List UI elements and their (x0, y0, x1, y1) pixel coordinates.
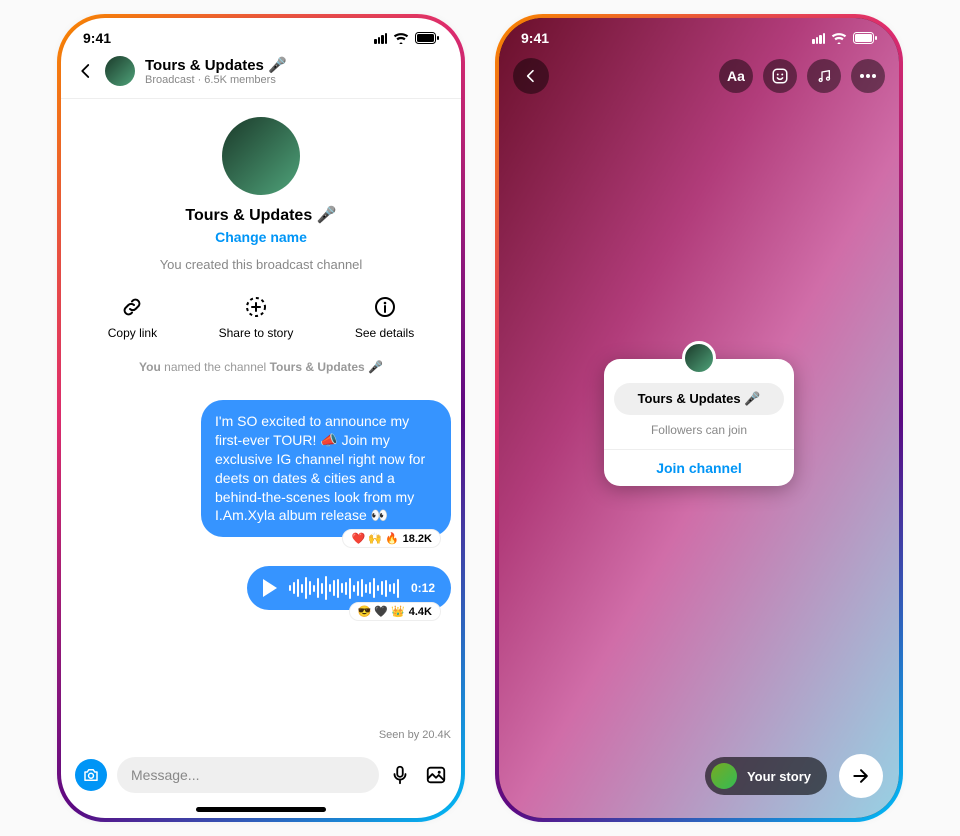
more-tool[interactable] (851, 59, 885, 93)
audio-reactions[interactable]: 😎 🖤 👑 4.4K (349, 602, 441, 621)
story-screen: 9:41 Aa Tours & Updates 🎤 Followe (499, 18, 899, 818)
your-avatar (711, 763, 737, 789)
composer: Message... (61, 749, 461, 803)
info-icon (372, 294, 398, 320)
wifi-icon (831, 32, 847, 44)
channel-screen: 9:41 Tours & Updates 🎤 Broadcast · 6.5K … (61, 18, 461, 818)
channel-avatar-large[interactable] (222, 117, 300, 195)
story-bottom-bar: Your story (499, 738, 899, 818)
story-canvas[interactable]: Tours & Updates 🎤 Followers can join Joi… (499, 106, 899, 738)
share-icon (243, 294, 269, 320)
cellular-icon (812, 33, 825, 44)
device-frame-channel: 9:41 Tours & Updates 🎤 Broadcast · 6.5K … (57, 14, 465, 822)
mic-icon[interactable] (389, 764, 411, 786)
play-icon[interactable] (263, 579, 277, 597)
channel-sticker[interactable]: Tours & Updates 🎤 Followers can join Joi… (604, 359, 794, 486)
your-story-chip[interactable]: Your story (705, 757, 827, 795)
share-to-story-button[interactable]: Share to story (219, 294, 294, 340)
sticker-subtitle: Followers can join (614, 423, 784, 437)
story-back-button[interactable] (513, 58, 549, 94)
status-bar: 9:41 (61, 18, 461, 46)
audio-waveform (289, 576, 399, 600)
hero-title: Tours & Updates 🎤 (185, 205, 336, 225)
see-details-button[interactable]: See details (355, 294, 414, 340)
status-icons (812, 32, 877, 44)
join-channel-button[interactable]: Join channel (614, 460, 784, 476)
channel-avatar-small[interactable] (105, 56, 135, 86)
named-channel-line: You named the channel Tours & Updates 🎤 (139, 360, 383, 374)
sticker-tool[interactable] (763, 59, 797, 93)
device-frame-story: 9:41 Aa Tours & Updates 🎤 Followe (495, 14, 903, 822)
copy-link-button[interactable]: Copy link (108, 294, 157, 340)
text-tool[interactable]: Aa (719, 59, 753, 93)
message-list: I'm SO excited to announce my first-ever… (61, 400, 461, 723)
share-label: Share to story (219, 326, 294, 340)
sticker-icon (771, 67, 789, 85)
camera-icon (82, 766, 100, 784)
seen-by: Seen by 20.4K (61, 723, 461, 749)
story-toolbar: Aa (499, 46, 899, 106)
reaction-emojis: ❤️ 🙌 🔥 (351, 532, 398, 545)
arrow-right-icon (851, 766, 871, 786)
wifi-icon (393, 32, 409, 44)
reaction-count: 4.4K (409, 606, 432, 618)
status-icons (374, 32, 439, 44)
sticker-title: Tours & Updates 🎤 (614, 383, 784, 415)
cellular-icon (374, 33, 387, 44)
link-icon (119, 294, 145, 320)
status-time: 9:41 (83, 30, 111, 46)
channel-subtitle: Broadcast · 6.5K members (145, 74, 287, 86)
text-reactions[interactable]: ❤️ 🙌 🔥 18.2K (342, 529, 441, 548)
music-tool[interactable] (807, 59, 841, 93)
created-text: You created this broadcast channel (160, 257, 363, 272)
battery-icon (853, 32, 877, 44)
channel-title: Tours & Updates 🎤 (145, 56, 287, 74)
chevron-left-icon (523, 68, 539, 84)
more-icon (860, 74, 876, 78)
gallery-icon[interactable] (425, 764, 447, 786)
channel-hero: Tours & Updates 🎤 Change name You create… (61, 99, 461, 400)
change-name-link[interactable]: Change name (215, 229, 307, 245)
reaction-emojis: 😎 🖤 👑 (358, 605, 405, 618)
message-bubble: I'm SO excited to announce my first-ever… (201, 400, 451, 537)
channel-header: Tours & Updates 🎤 Broadcast · 6.5K membe… (61, 46, 461, 99)
battery-icon (415, 32, 439, 44)
text-message[interactable]: I'm SO excited to announce my first-ever… (71, 400, 451, 548)
reaction-count: 18.2K (403, 533, 432, 545)
music-icon (816, 68, 832, 84)
post-story-button[interactable] (839, 754, 883, 798)
details-label: See details (355, 326, 414, 340)
status-time: 9:41 (521, 30, 549, 46)
camera-button[interactable] (75, 759, 107, 791)
message-input[interactable]: Message... (117, 757, 379, 793)
home-indicator (196, 807, 326, 812)
back-icon[interactable] (77, 62, 95, 80)
audio-message[interactable]: 0:12 😎 🖤 👑 4.4K (71, 566, 451, 621)
your-story-label: Your story (747, 769, 811, 784)
status-bar: 9:41 (499, 18, 899, 46)
audio-duration: 0:12 (411, 581, 435, 595)
copy-link-label: Copy link (108, 326, 157, 340)
sticker-avatar (682, 341, 716, 375)
